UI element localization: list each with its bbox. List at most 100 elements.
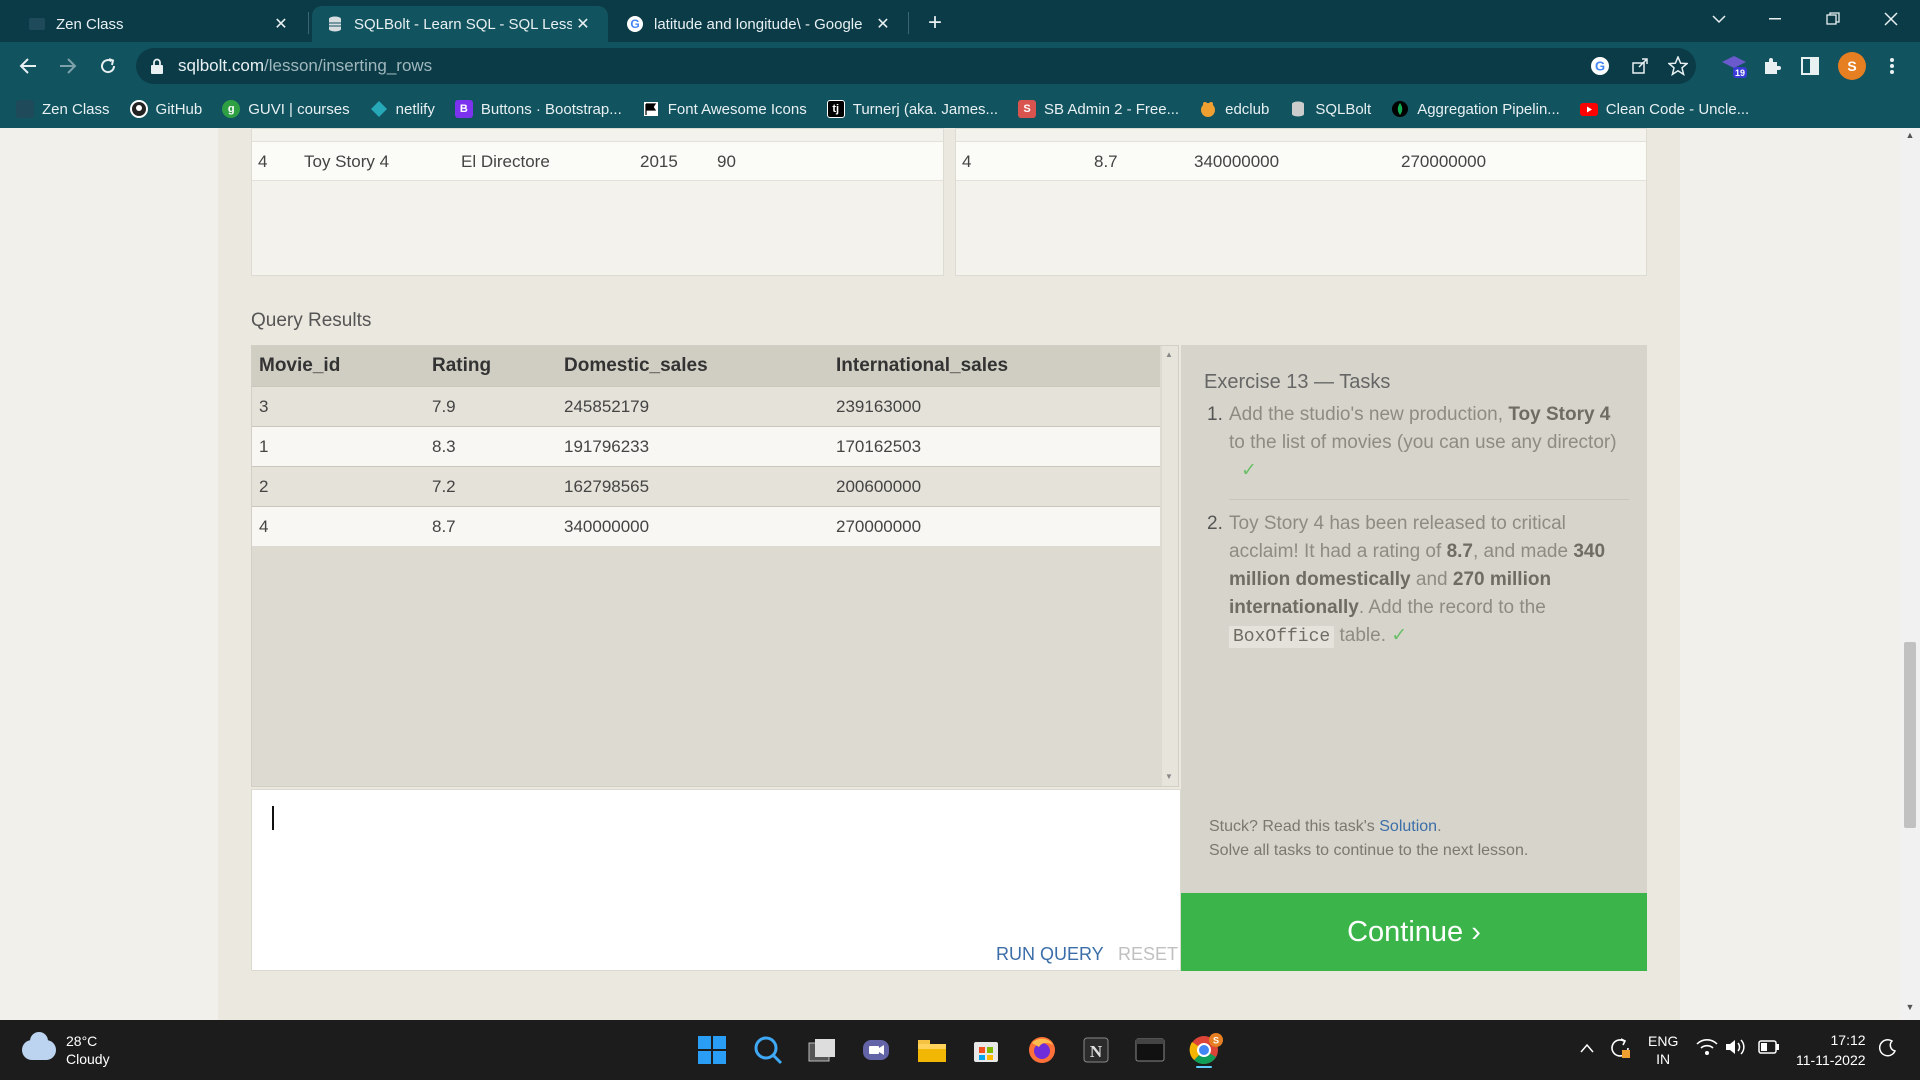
extension-graduation-icon[interactable]: 19 — [1720, 52, 1748, 80]
bookmark-turnerj[interactable]: tj Turnerj (aka. James... — [826, 100, 998, 118]
database-icon — [326, 15, 344, 33]
tab-zen-class[interactable]: Zen Class ✕ — [14, 6, 306, 42]
tab-divider — [908, 12, 909, 34]
tab-search-icon[interactable] — [1694, 0, 1744, 38]
restore-icon[interactable] — [1808, 0, 1858, 38]
scroll-up-icon[interactable]: ▲ — [1165, 350, 1173, 359]
bookmark-mongodb[interactable]: Aggregation Pipelin... — [1391, 100, 1560, 118]
bookmark-star-icon[interactable] — [1666, 54, 1690, 78]
show-hidden-icons[interactable] — [1580, 1040, 1594, 1056]
battery-icon[interactable] — [1758, 1040, 1780, 1057]
tab-sqlbolt[interactable]: SQLBolt - Learn SQL - SQL Lesson ✕ — [312, 6, 608, 42]
tab-label: latitude and longitude\ - Google — [654, 15, 863, 33]
new-tab-button[interactable]: + — [920, 8, 950, 38]
minimize-icon[interactable] — [1750, 0, 1800, 38]
netlify-icon — [370, 100, 388, 118]
chrome-icon[interactable]: S — [1186, 1030, 1226, 1070]
scroll-down-icon[interactable]: ▼ — [1900, 1002, 1920, 1018]
volume-icon[interactable] — [1724, 1038, 1746, 1059]
profile-avatar[interactable]: S — [1838, 52, 1866, 80]
scroll-up-icon[interactable]: ▲ — [1900, 130, 1920, 146]
system-clock[interactable]: 17:12 11-11-2022 — [1796, 1030, 1866, 1070]
windows-start-icon[interactable] — [692, 1030, 732, 1070]
table-cell: 7.2 — [432, 477, 456, 496]
close-tab-icon[interactable]: ✕ — [270, 13, 292, 35]
menu-kebab-icon[interactable] — [1878, 52, 1906, 80]
column-header: Movie_id — [259, 355, 341, 376]
bookmark-sb-admin[interactable]: S SB Admin 2 - Free... — [1018, 100, 1179, 118]
file-explorer-icon[interactable] — [912, 1030, 952, 1070]
bookmark-edclub[interactable]: edclub — [1199, 100, 1269, 118]
search-icon[interactable] — [748, 1030, 788, 1070]
terminal-icon[interactable] — [1130, 1030, 1170, 1070]
tab-google-search[interactable]: G latitude and longitude\ - Google ✕ — [612, 6, 908, 42]
page-scrollbar[interactable]: ▲ ▼ — [1900, 128, 1920, 1020]
url-text: sqlbolt.com/lesson/inserting_rows — [178, 56, 433, 75]
zen-icon — [28, 15, 46, 33]
bootstrap-icon: B — [454, 100, 473, 118]
table-cell: 8.3 — [432, 437, 456, 456]
github-icon — [129, 100, 148, 118]
weather-condition: Cloudy — [66, 1051, 110, 1067]
bookmark-netlify[interactable]: netlify — [370, 100, 435, 118]
table-cell: 8.7 — [432, 517, 456, 536]
table-cell: 200600000 — [836, 477, 922, 496]
table-cell: 270000000 — [836, 517, 922, 536]
database-icon — [1289, 100, 1307, 118]
bookmark-zen-class[interactable]: Zen Class — [16, 100, 110, 118]
close-tab-icon[interactable]: ✕ — [572, 13, 594, 35]
table-row: 4 Toy Story 4 El Directore 2015 90 — [252, 141, 943, 181]
task-view-icon[interactable] — [802, 1030, 842, 1070]
table-cell: Toy Story 4 — [304, 152, 390, 171]
sync-icon[interactable] — [1608, 1036, 1632, 1063]
lock-icon — [151, 58, 163, 74]
extensions-puzzle-icon[interactable] — [1758, 52, 1786, 80]
table-cell: 2015 — [640, 152, 678, 171]
firefox-icon[interactable] — [1022, 1030, 1062, 1070]
close-window-icon[interactable] — [1866, 0, 1916, 38]
tj-icon: tj — [826, 100, 845, 118]
svg-text:N: N — [1090, 1042, 1103, 1061]
close-tab-icon[interactable]: ✕ — [872, 13, 894, 35]
forward-icon[interactable] — [52, 50, 84, 82]
side-panel-icon[interactable] — [1796, 52, 1824, 80]
bookmark-sqlbolt[interactable]: SQLBolt — [1289, 100, 1371, 118]
teams-chat-icon[interactable] — [856, 1030, 896, 1070]
table-cell: 340000000 — [564, 517, 650, 536]
browser-toolbar: sqlbolt.com/lesson/inserting_rows G 19 S — [0, 42, 1920, 90]
sql-editor[interactable]: RUN QUERY RESET — [251, 789, 1181, 971]
mongodb-icon — [1391, 100, 1409, 118]
reload-icon[interactable] — [92, 50, 124, 82]
address-bar[interactable]: sqlbolt.com/lesson/inserting_rows G — [136, 48, 1696, 84]
wifi-icon[interactable] — [1696, 1038, 1718, 1059]
bookmark-font-awesome[interactable]: Font Awesome Icons — [642, 100, 807, 118]
bookmark-bootstrap[interactable]: B Buttons · Bootstrap... — [454, 100, 622, 118]
reset-button[interactable]: RESET — [1118, 944, 1178, 965]
google-icon: G — [626, 15, 644, 33]
tasks-panel: Exercise 13 — Tasks 1. Add the studio's … — [1181, 345, 1647, 893]
share-icon[interactable] — [1628, 54, 1652, 78]
tab-label: SQLBolt - Learn SQL - SQL Lesson — [354, 15, 572, 33]
microsoft-store-icon[interactable] — [966, 1030, 1006, 1070]
table-cell: 3 — [259, 397, 269, 416]
table-cell: 4 — [962, 152, 972, 171]
notifications-icon[interactable] — [1878, 1038, 1898, 1061]
bookmark-youtube[interactable]: Clean Code - Uncle... — [1579, 100, 1749, 118]
scrollbar-thumb[interactable] — [1904, 642, 1916, 828]
bookmark-github[interactable]: GitHub — [129, 100, 202, 118]
back-icon[interactable] — [12, 50, 44, 82]
bookmark-guvi[interactable]: g GUVI | courses — [222, 100, 350, 118]
run-query-button[interactable]: RUN QUERY — [996, 944, 1104, 965]
weather-widget[interactable]: 28°C Cloudy — [22, 1032, 110, 1068]
google-lens-icon[interactable]: G — [1588, 54, 1612, 78]
scroll-down-icon[interactable]: ▼ — [1165, 772, 1173, 781]
language-indicator[interactable]: ENG IN — [1648, 1032, 1678, 1068]
solution-link[interactable]: Solution — [1379, 818, 1437, 835]
text-cursor — [272, 806, 274, 830]
table-cell: 170162503 — [836, 437, 922, 456]
notion-icon[interactable]: N — [1076, 1030, 1116, 1070]
table-cell: 8.7 — [1094, 152, 1118, 171]
table-cell: 340000000 — [1194, 152, 1280, 171]
continue-button[interactable]: Continue › — [1181, 893, 1647, 971]
results-scrollbar[interactable]: ▲ ▼ — [1162, 346, 1178, 786]
